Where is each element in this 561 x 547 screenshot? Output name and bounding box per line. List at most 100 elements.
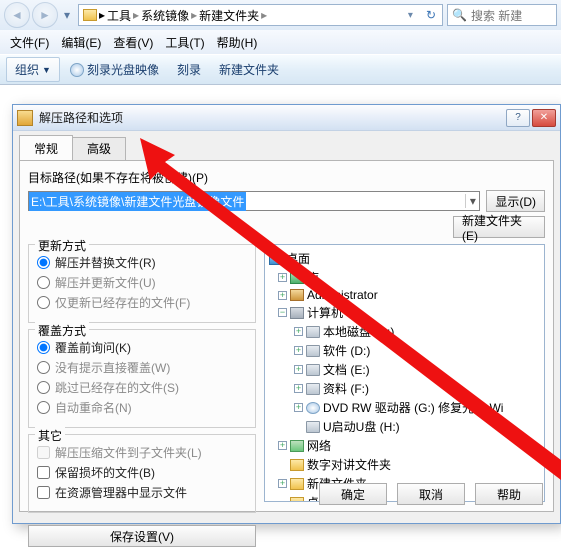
refresh-icon[interactable]: ↻ xyxy=(420,8,442,22)
tree-item[interactable]: 计算机 xyxy=(307,304,343,321)
radio-skip-existing[interactable]: 跳过已经存在的文件(S) xyxy=(37,379,247,396)
library-icon xyxy=(290,272,304,284)
dialog-title: 解压路径和选项 xyxy=(39,109,506,126)
search-icon: 🔍 xyxy=(452,8,467,22)
desktop-icon xyxy=(269,253,283,265)
collapse-icon[interactable]: − xyxy=(278,308,287,317)
disc-icon xyxy=(70,63,84,77)
tab-general[interactable]: 常规 xyxy=(19,135,73,160)
expand-icon[interactable]: + xyxy=(278,273,287,282)
dialog-footer: 确定 取消 帮助 xyxy=(319,483,543,505)
tree-item[interactable]: Administrator xyxy=(307,288,378,302)
menu-edit[interactable]: 编辑(E) xyxy=(57,32,105,53)
group-title: 其它 xyxy=(35,427,65,444)
nav-back-button[interactable]: ◄ xyxy=(4,2,30,28)
address-bar[interactable]: ▸ 工具▸ 系统镜像▸ 新建文件夹▸ ▾ ↻ xyxy=(78,4,443,26)
radio-force-overwrite[interactable]: 没有提示直接覆盖(W) xyxy=(37,359,247,376)
burn-image-button[interactable]: 刻录光盘映像 xyxy=(62,58,167,81)
explorer-titlebar: ◄ ► ▾ ▸ 工具▸ 系统镜像▸ 新建文件夹▸ ▾ ↻ 🔍 搜索 新建 xyxy=(0,0,561,30)
network-icon xyxy=(290,440,304,452)
folder-icon xyxy=(290,497,304,503)
address-dropdown[interactable]: ▾ xyxy=(403,10,418,21)
path-label: 目标路径(如果不存在将被创建)(P) xyxy=(28,169,545,186)
expand-icon[interactable]: + xyxy=(294,384,303,393)
nav-forward-button[interactable]: ► xyxy=(32,2,58,28)
tree-item[interactable]: 本地磁盘 (C:) xyxy=(323,323,394,340)
radio-auto-rename[interactable]: 自动重命名(N) xyxy=(37,399,247,416)
group-title: 更新方式 xyxy=(35,237,89,254)
nav-history-dropdown[interactable]: ▾ xyxy=(60,8,74,22)
dialog-help-button[interactable]: ? xyxy=(506,109,530,127)
folder-icon xyxy=(83,9,97,21)
tree-item[interactable]: 软件 (D:) xyxy=(323,342,370,359)
path-dropdown-icon[interactable]: ▾ xyxy=(465,194,479,208)
save-settings-button[interactable]: 保存设置(V) xyxy=(28,525,256,547)
search-placeholder: 搜索 新建 xyxy=(471,7,522,24)
tree-item[interactable]: 数字对讲文件夹 xyxy=(307,456,391,473)
cancel-button[interactable]: 取消 xyxy=(397,483,465,505)
dialog-tabs: 常规 高级 xyxy=(13,131,560,160)
help-button[interactable]: 帮助 xyxy=(475,483,543,505)
extract-dialog: 解压路径和选项 ? ✕ 常规 高级 目标路径(如果不存在将被创建)(P) E:\… xyxy=(12,104,561,524)
dialog-body: 目标路径(如果不存在将被创建)(P) E:\工具\系统镜像\新建文件光盘镜像文件… xyxy=(19,160,554,512)
folder-icon xyxy=(290,459,304,471)
display-button[interactable]: 显示(D) xyxy=(486,190,545,212)
expand-icon[interactable]: + xyxy=(294,403,303,412)
expand-icon[interactable]: + xyxy=(294,327,303,336)
menu-tools[interactable]: 工具(T) xyxy=(161,32,208,53)
overwrite-mode-group: 覆盖方式 覆盖前询问(K) 没有提示直接覆盖(W) 跳过已经存在的文件(S) 自… xyxy=(28,329,256,428)
breadcrumb[interactable]: 新建文件夹 xyxy=(199,7,259,24)
expand-icon[interactable]: + xyxy=(278,441,287,450)
dialog-close-button[interactable]: ✕ xyxy=(532,109,556,127)
radio-ask-overwrite[interactable]: 覆盖前询问(K) xyxy=(37,339,247,356)
breadcrumb[interactable]: 工具 xyxy=(107,7,131,24)
radio-refresh-existing[interactable]: 仅更新已经存在的文件(F) xyxy=(37,294,247,311)
dvd-icon xyxy=(306,402,320,414)
new-folder-button[interactable]: 新建文件夹 xyxy=(211,58,287,81)
breadcrumb-sep: ▸ xyxy=(99,8,105,22)
tree-item[interactable]: 文档 (E:) xyxy=(323,361,370,378)
explorer-menubar: 文件(F) 编辑(E) 查看(V) 工具(T) 帮助(H) xyxy=(0,30,561,54)
destination-path-input[interactable]: E:\工具\系统镜像\新建文件光盘镜像文件 ▾ xyxy=(28,191,480,211)
new-folder-button[interactable]: 新建文件夹(E) xyxy=(453,216,545,238)
explorer-toolbar: 组织▼ 刻录光盘映像 刻录 新建文件夹 xyxy=(0,54,561,84)
search-input[interactable]: 🔍 搜索 新建 xyxy=(447,4,557,26)
radio-extract-replace[interactable]: 解压并替换文件(R) xyxy=(37,254,247,271)
tree-item[interactable]: 库 xyxy=(307,269,319,286)
drive-icon xyxy=(306,364,320,376)
tab-advanced[interactable]: 高级 xyxy=(72,137,126,162)
expand-icon[interactable]: + xyxy=(294,365,303,374)
tree-item[interactable]: U启动U盘 (H:) xyxy=(323,418,400,435)
breadcrumb[interactable]: 系统镜像 xyxy=(141,7,189,24)
user-icon xyxy=(290,289,304,301)
tree-item[interactable]: 资料 (F:) xyxy=(323,380,369,397)
check-show-explorer[interactable]: 在资源管理器中显示文件 xyxy=(37,484,247,501)
tree-item[interactable]: 网络 xyxy=(307,437,331,454)
drive-icon xyxy=(306,326,320,338)
explorer-window: ◄ ► ▾ ▸ 工具▸ 系统镜像▸ 新建文件夹▸ ▾ ↻ 🔍 搜索 新建 文件(… xyxy=(0,0,561,85)
folder-tree[interactable]: 桌面 + 库 + Administrator − 计算机 + 本地磁盘 (C:) + 软件… xyxy=(264,244,545,502)
burn-button[interactable]: 刻录 xyxy=(169,58,209,81)
misc-group: 其它 解压压缩文件到子文件夹(L) 保留损坏的文件(B) 在资源管理器中显示文件 xyxy=(28,434,256,513)
menu-help[interactable]: 帮助(H) xyxy=(213,32,262,53)
menu-file[interactable]: 文件(F) xyxy=(6,32,53,53)
tree-item[interactable]: DVD RW 驱动器 (G:) 修复光盘 Wi xyxy=(323,399,503,416)
check-subfolder[interactable]: 解压压缩文件到子文件夹(L) xyxy=(37,444,247,461)
computer-icon xyxy=(290,307,304,319)
expand-icon[interactable]: + xyxy=(278,291,287,300)
expand-icon[interactable]: + xyxy=(278,479,287,488)
folder-icon xyxy=(290,478,304,490)
radio-extract-update[interactable]: 解压并更新文件(U) xyxy=(37,274,247,291)
group-title: 覆盖方式 xyxy=(35,322,89,339)
dialog-titlebar: 解压路径和选项 ? ✕ xyxy=(13,105,560,131)
tree-item[interactable]: 桌面 xyxy=(286,250,310,267)
ok-button[interactable]: 确定 xyxy=(319,483,387,505)
expand-icon[interactable]: + xyxy=(294,346,303,355)
winrar-icon xyxy=(17,110,33,126)
drive-icon xyxy=(306,383,320,395)
drive-icon xyxy=(306,345,320,357)
drive-icon xyxy=(306,421,320,433)
organize-button[interactable]: 组织▼ xyxy=(6,57,60,82)
menu-view[interactable]: 查看(V) xyxy=(109,32,157,53)
check-keep-broken[interactable]: 保留损坏的文件(B) xyxy=(37,464,247,481)
